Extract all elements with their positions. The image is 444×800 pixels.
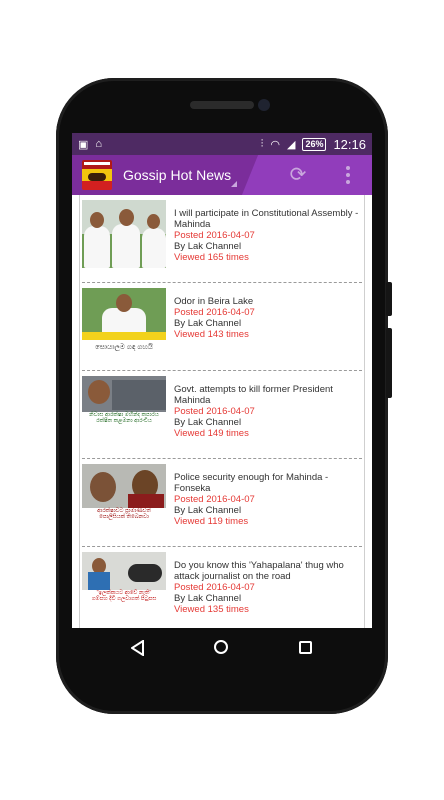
shopping-bag-icon: ⌂	[95, 138, 103, 150]
news-title[interactable]: Govt. attempts to kill former President …	[174, 376, 360, 406]
wifi-icon: ◠	[270, 138, 280, 151]
front-camera	[258, 99, 270, 111]
news-views: Viewed 143 times	[174, 329, 249, 340]
news-info: I will participate in Constitutional Ass…	[174, 200, 360, 263]
news-posted: Posted 2016-04-07	[174, 582, 255, 593]
news-thumbnail: "ඉලක්කයට ආවේ නැති" ගම්පහ දිවි ගලවාගත් පිට…	[82, 552, 166, 620]
signal-icon: ◢	[286, 138, 296, 151]
battery-indicator: 26%	[302, 137, 327, 151]
news-info: Govt. attempts to kill former President …	[174, 376, 360, 439]
app-screen: ▣ ⌂ ⫶ ◠ ◢ 26% 12:16 Gossip Hot News ⟳ I …	[72, 133, 372, 628]
news-posted: Posted 2016-04-07	[174, 307, 255, 318]
news-views: Viewed 149 times	[174, 428, 249, 439]
news-list[interactable]: I will participate in Constitutional Ass…	[72, 195, 372, 628]
news-title[interactable]: Odor in Beira Lake	[174, 288, 360, 307]
earpiece-speaker	[190, 101, 254, 109]
news-title[interactable]: I will participate in Constitutional Ass…	[174, 200, 360, 230]
news-info: Odor in Beira Lake Posted 2016-04-07 By …	[174, 288, 360, 340]
app-logo[interactable]	[82, 160, 112, 190]
news-item[interactable]: "ඉලක්කයට ආවේ නැති" ගම්පහ දිවි ගලවාගත් පිට…	[82, 547, 362, 628]
news-item[interactable]: නිවාස ආරක්ෂා මහින්ද කපාරය රක්ෂිත කළමනා ආර…	[82, 371, 362, 459]
status-bar: ▣ ⌂ ⫶ ◠ ◢ 26% 12:16	[72, 133, 372, 155]
app-title: Gossip Hot News	[123, 167, 232, 183]
clock: 12:16	[333, 136, 366, 152]
app-bar: Gossip Hot News ⟳	[72, 155, 372, 195]
news-posted: Posted 2016-04-07	[174, 230, 255, 241]
news-thumbnail	[82, 200, 166, 268]
recent-apps-icon[interactable]	[299, 641, 312, 654]
more-vert-icon[interactable]	[344, 166, 352, 184]
news-views: Viewed 165 times	[174, 252, 249, 263]
vibrate-icon: ⫶	[260, 137, 264, 150]
home-icon[interactable]	[214, 640, 228, 654]
back-icon[interactable]	[131, 640, 145, 656]
news-thumbnail: නිවාස ආරක්ෂා මහින්ද කපාරය රක්ෂිත කළමනා ආර…	[82, 376, 166, 444]
news-author: By Lak Channel	[174, 593, 242, 604]
news-info: Police security enough for Mahinda - Fon…	[174, 464, 360, 527]
news-views: Viewed 135 times	[174, 604, 249, 615]
news-item[interactable]: ආරක්ෂාවට ප්‍රාමාණවත් පොලිසියක් තිබෙනවා Po…	[82, 459, 362, 547]
news-title[interactable]: Police security enough for Mahinda - Fon…	[174, 464, 360, 494]
refresh-icon[interactable]: ⟳	[288, 165, 308, 185]
news-author: By Lak Channel	[174, 241, 242, 252]
news-item[interactable]: I will participate in Constitutional Ass…	[82, 195, 362, 283]
news-posted: Posted 2016-04-07	[174, 406, 255, 417]
news-author: By Lak Channel	[174, 505, 242, 516]
gallery-notification-icon: ▣	[78, 138, 89, 151]
news-views: Viewed 119 times	[174, 516, 249, 527]
news-title[interactable]: Do you know this 'Yahapalana' thug who a…	[174, 552, 360, 582]
dropdown-indicator-icon[interactable]	[231, 181, 237, 187]
news-author: By Lak Channel	[174, 417, 242, 428]
news-author: By Lak Channel	[174, 318, 242, 329]
news-info: Do you know this 'Yahapalana' thug who a…	[174, 552, 360, 615]
volume-button	[386, 328, 392, 398]
news-thumbnail: සොයාලම ගඳ ගහයි	[82, 288, 166, 356]
news-item[interactable]: සොයාලම ගඳ ගහයි Odor in Beira Lake Posted…	[82, 283, 362, 371]
news-thumbnail: ආරක්ෂාවට ප්‍රාමාණවත් පොලිසියක් තිබෙනවා	[82, 464, 166, 532]
power-button	[386, 282, 392, 316]
news-posted: Posted 2016-04-07	[174, 494, 255, 505]
